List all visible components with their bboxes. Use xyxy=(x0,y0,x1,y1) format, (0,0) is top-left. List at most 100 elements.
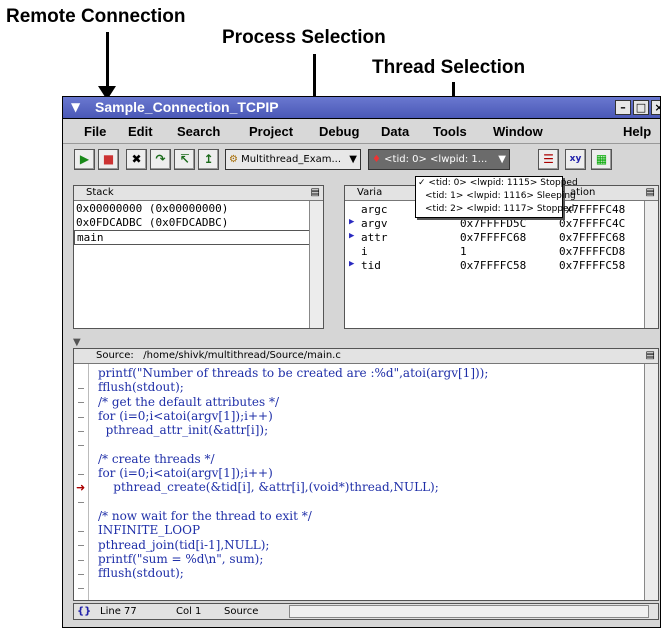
source-line[interactable]: for (i=0;i<atoi(argv[1]);i++) xyxy=(98,466,273,480)
menu-file[interactable]: File xyxy=(84,124,106,139)
source-line[interactable]: for (i=0;i<atoi(argv[1]);i++) xyxy=(98,409,273,423)
menu-debug[interactable]: Debug xyxy=(319,124,359,139)
menu-help[interactable]: Help xyxy=(623,124,651,139)
brace-icon[interactable]: {} xyxy=(77,605,91,618)
menu-tools[interactable]: Tools xyxy=(433,124,467,139)
column-indicator: Col 1 xyxy=(176,606,202,617)
thread-option-1[interactable]: <tid: 1> <lwpid: 1116> Sleeping xyxy=(425,191,576,201)
variables-pane-title: Varia xyxy=(357,187,383,198)
gutter-dash xyxy=(78,502,84,504)
thread-select[interactable]: ♦ <tid: 0> <lwpid: 1... ▼ xyxy=(368,149,510,170)
source-line[interactable]: pthread_join(tid[i-1],NULL); xyxy=(98,538,269,552)
thread-select-value: <tid: 0> <lwpid: 1... xyxy=(384,154,488,165)
menu-project[interactable]: Project xyxy=(249,124,293,139)
menu-window[interactable]: Window xyxy=(493,124,543,139)
variable-location: 0x7FFFFC4C xyxy=(559,217,626,230)
source-line[interactable]: printf("sum = %d\n", sum); xyxy=(98,552,263,566)
gutter-dash xyxy=(78,545,84,547)
source-line[interactable]: /* create threads */ xyxy=(98,452,215,466)
process-select[interactable]: ⚙ Multithread_Exam... ▼ xyxy=(225,149,361,170)
run-icon[interactable]: ▶ xyxy=(74,149,95,170)
variables-scrollbar[interactable] xyxy=(644,201,658,328)
variable-location: 0x7FFFFC68 xyxy=(559,231,626,244)
pane-menu-icon[interactable]: ▤ xyxy=(646,349,655,363)
gutter-dash xyxy=(78,430,84,432)
menu-data[interactable]: Data xyxy=(381,124,409,139)
variable-name: attr xyxy=(361,231,388,244)
source-line[interactable]: /* get the default attributes */ xyxy=(98,395,279,409)
variable-location: 0x7FFFFCD8 xyxy=(559,245,626,258)
gutter-dash xyxy=(78,588,84,590)
source-line[interactable]: /* now wait for the thread to exit */ xyxy=(98,509,312,523)
list-view-icon[interactable]: ☰ xyxy=(538,149,559,170)
gutter-dash xyxy=(78,559,84,561)
callout-process-selection: Process Selection xyxy=(222,27,386,48)
step-out-icon[interactable]: ↥ xyxy=(198,149,219,170)
stack-frame[interactable]: main xyxy=(74,230,310,245)
thread-option-2[interactable]: <tid: 2> <lwpid: 1117> Stopped xyxy=(425,204,574,214)
view-mode-select[interactable]: Source xyxy=(224,605,258,618)
variable-value: 0x7FFFFC58 xyxy=(460,259,527,272)
source-line[interactable]: pthread_create(&tid[i], &attr[i],(void*)… xyxy=(98,480,439,494)
variable-name: i xyxy=(361,245,368,258)
xy-plot-icon[interactable]: xy xyxy=(565,149,586,170)
source-line[interactable]: printf("Number of threads to be created … xyxy=(98,366,488,380)
gutter-dash xyxy=(78,416,84,418)
thread-dropdown-menu: ✓ <tid: 0> <lwpid: 1115> Stopped <tid: 1… xyxy=(415,176,578,218)
thread-option-0[interactable]: ✓ <tid: 0> <lwpid: 1115> Stopped xyxy=(418,178,578,188)
toolbar: ▶ ■ ✖ ↷ ↸ ↥ ⚙ Multithread_Exam... ▼ ♦ <t… xyxy=(63,145,660,175)
source-line[interactable]: pthread_attr_init(&attr[i]); xyxy=(98,423,269,437)
menu-search[interactable]: Search xyxy=(177,124,220,139)
callout-thread-selection: Thread Selection xyxy=(372,57,526,78)
process-select-value: Multithread_Exam... xyxy=(241,154,342,165)
gear-icon: ⚙ xyxy=(229,154,238,165)
grid-icon[interactable]: ▦ xyxy=(591,149,612,170)
chevron-down-icon: ▼ xyxy=(498,154,506,165)
close-icon[interactable]: × xyxy=(651,100,660,115)
expand-triangle-icon[interactable]: ▶ xyxy=(349,259,354,269)
minimize-icon[interactable]: – xyxy=(615,100,631,115)
gutter-dash xyxy=(78,445,84,447)
maximize-icon[interactable]: □ xyxy=(633,100,649,115)
source-path: /home/shivk/multithread/Source/main.c xyxy=(143,350,341,361)
gutter-dash xyxy=(78,573,84,575)
pane-menu-icon[interactable]: ▤ xyxy=(311,186,320,200)
source-line[interactable]: INFINITE_LOOP xyxy=(98,523,200,537)
debugger-window: ▼ Sample_Connection_TCPIP – □ × File Edi… xyxy=(62,96,661,628)
expand-triangle-icon[interactable]: ▶ xyxy=(349,231,354,241)
step-into-icon[interactable]: ↷ xyxy=(150,149,171,170)
pane-splitter[interactable]: ▼ xyxy=(73,337,81,348)
kill-icon[interactable]: ✖ xyxy=(126,149,147,170)
source-line[interactable]: fflush(stdout); xyxy=(98,566,184,580)
stack-frame[interactable]: 0x00000000 (0x00000000) xyxy=(76,202,228,215)
bug-icon: ♦ xyxy=(372,154,381,165)
variable-name: argc xyxy=(361,203,388,216)
menu-bar: File Edit Search Project Debug Data Tool… xyxy=(63,120,660,144)
stack-pane-title: Stack xyxy=(86,187,114,198)
menu-edit[interactable]: Edit xyxy=(128,124,153,139)
horizontal-scrollbar[interactable] xyxy=(289,605,649,618)
source-line[interactable]: fflush(stdout); xyxy=(98,380,184,394)
variable-value: 0x7FFFFC68 xyxy=(460,231,527,244)
expand-triangle-icon[interactable]: ▶ xyxy=(349,217,354,227)
status-bar: {} Line 77 Col 1 Source xyxy=(73,603,659,620)
variable-name: tid xyxy=(361,259,381,272)
variable-location: 0x7FFFFC58 xyxy=(559,259,626,272)
stop-icon[interactable]: ■ xyxy=(98,149,119,170)
callout-remote-connection: Remote Connection xyxy=(6,6,186,27)
gutter-dash xyxy=(78,531,84,532)
pane-menu-icon[interactable]: ▤ xyxy=(646,186,655,200)
source-scrollbar[interactable] xyxy=(644,364,658,600)
source-label: Source: xyxy=(96,350,134,361)
window-menu-icon[interactable]: ▼ xyxy=(71,100,80,114)
remote-arrow-line xyxy=(106,32,109,87)
stack-frame[interactable]: 0x0FDCADBC (0x0FDCADBC) xyxy=(76,216,228,229)
stack-scrollbar[interactable] xyxy=(309,201,323,328)
breakpoint-gutter[interactable]: ➜ xyxy=(74,364,89,600)
chevron-down-icon: ▼ xyxy=(349,154,357,165)
line-indicator: Line 77 xyxy=(100,606,137,617)
window-title: Sample_Connection_TCPIP xyxy=(95,99,279,115)
title-bar[interactable]: ▼ Sample_Connection_TCPIP – □ × xyxy=(63,97,660,119)
step-over-icon[interactable]: ↸ xyxy=(174,149,195,170)
stack-pane: Stack ▤ 0x00000000 (0x00000000) 0x0FDCAD… xyxy=(73,185,324,329)
